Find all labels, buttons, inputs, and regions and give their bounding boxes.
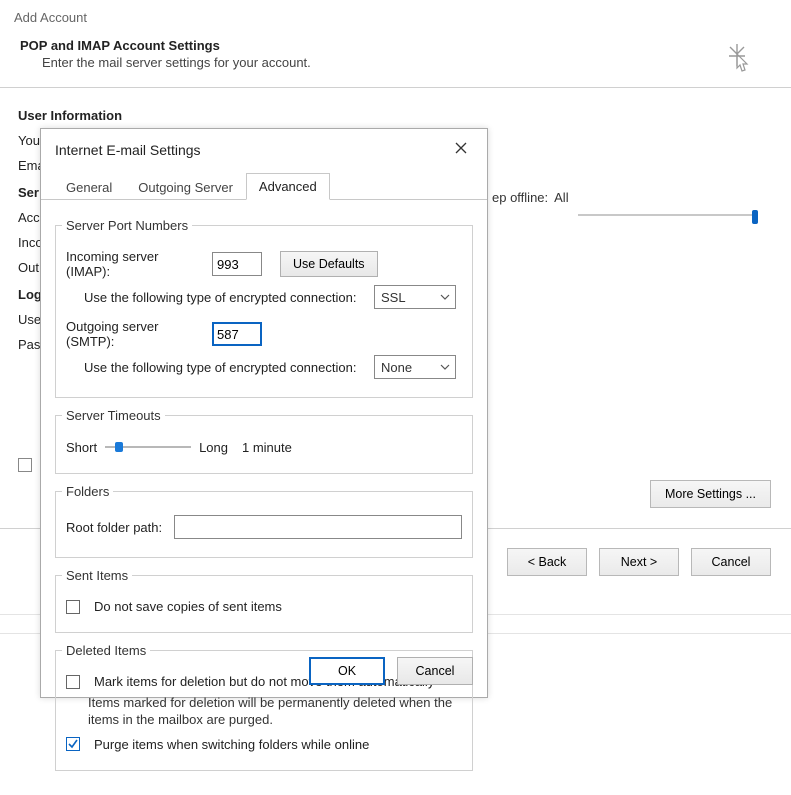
timeout-slider[interactable] — [105, 439, 191, 455]
cursor-icon — [723, 38, 751, 75]
cancel-button[interactable]: Cancel — [691, 548, 771, 576]
remember-checkbox[interactable] — [18, 458, 32, 472]
group-folders: Folders Root folder path: — [55, 484, 473, 558]
cancel-button[interactable]: Cancel — [397, 657, 473, 685]
purge-label: Purge items when switching folders while… — [94, 737, 369, 752]
close-icon[interactable] — [451, 139, 471, 160]
group-server-ports: Server Port Numbers Incoming server (IMA… — [55, 218, 473, 398]
tab-advanced[interactable]: Advanced — [246, 173, 330, 200]
no-save-label: Do not save copies of sent items — [94, 599, 282, 614]
add-account-subhead: POP and IMAP Account Settings Enter the … — [0, 32, 791, 87]
incoming-encryption-select[interactable]: SSL — [374, 285, 456, 309]
add-account-titlebar: Add Account — [0, 0, 791, 32]
outgoing-encryption-value: None — [381, 360, 412, 375]
group-legend-ports: Server Port Numbers — [62, 218, 192, 233]
group-legend-timeouts: Server Timeouts — [62, 408, 165, 423]
root-folder-label: Root folder path: — [66, 520, 166, 535]
page-title: POP and IMAP Account Settings — [20, 38, 311, 53]
more-settings-button[interactable]: More Settings ... — [650, 480, 771, 508]
root-folder-input[interactable] — [174, 515, 462, 539]
wizard-footer: < Back Next > Cancel — [507, 548, 771, 576]
slider-thumb[interactable] — [115, 442, 123, 452]
offline-setting: ep offline: All — [492, 190, 569, 205]
page-subtitle: Enter the mail server settings for your … — [42, 55, 311, 70]
offline-value: All — [554, 190, 568, 205]
purge-checkbox[interactable] — [66, 737, 80, 751]
outgoing-port-label: Outgoing server (SMTP): — [66, 319, 204, 349]
offline-label: ep offline: — [492, 190, 548, 205]
next-button[interactable]: Next > — [599, 548, 679, 576]
group-sent-items: Sent Items Do not save copies of sent it… — [55, 568, 473, 633]
ok-button[interactable]: OK — [309, 657, 385, 685]
group-legend-folders: Folders — [62, 484, 113, 499]
incoming-encryption-label: Use the following type of encrypted conn… — [84, 290, 366, 305]
outgoing-encryption-select[interactable]: None — [374, 355, 456, 379]
dialog-footer: OK Cancel — [309, 657, 473, 685]
email-settings-dialog: Internet E-mail Settings General Outgoin… — [40, 128, 488, 698]
timeout-value: 1 minute — [242, 440, 292, 455]
use-defaults-button[interactable]: Use Defaults — [280, 251, 378, 277]
back-button[interactable]: < Back — [507, 548, 587, 576]
outgoing-port-input[interactable] — [212, 322, 262, 346]
tabstrip: General Outgoing Server Advanced — [41, 172, 487, 200]
slider-thumb[interactable] — [752, 210, 758, 224]
group-legend-sent: Sent Items — [62, 568, 132, 583]
window-title: Add Account — [14, 10, 87, 25]
outgoing-encryption-label: Use the following type of encrypted conn… — [84, 360, 366, 375]
mark-delete-help: Items marked for deletion will be perman… — [88, 695, 462, 729]
incoming-encryption-value: SSL — [381, 290, 406, 305]
tab-outgoing-server[interactable]: Outgoing Server — [125, 174, 246, 200]
no-save-checkbox[interactable] — [66, 600, 80, 614]
group-timeouts: Server Timeouts Short Long 1 minute — [55, 408, 473, 474]
timeout-short-label: Short — [66, 440, 97, 455]
offline-slider[interactable] — [578, 208, 758, 222]
dialog-titlebar: Internet E-mail Settings — [41, 129, 487, 166]
timeout-long-label: Long — [199, 440, 228, 455]
tab-general[interactable]: General — [53, 174, 125, 200]
dialog-body: Server Port Numbers Incoming server (IMA… — [41, 200, 487, 795]
incoming-port-label: Incoming server (IMAP): — [66, 249, 204, 279]
section-user-info: User Information — [18, 108, 773, 123]
incoming-port-input[interactable] — [212, 252, 262, 276]
mark-delete-checkbox[interactable] — [66, 675, 80, 689]
chevron-down-icon — [439, 291, 451, 303]
chevron-down-icon — [439, 361, 451, 373]
group-legend-deleted: Deleted Items — [62, 643, 150, 658]
dialog-title: Internet E-mail Settings — [55, 142, 201, 158]
